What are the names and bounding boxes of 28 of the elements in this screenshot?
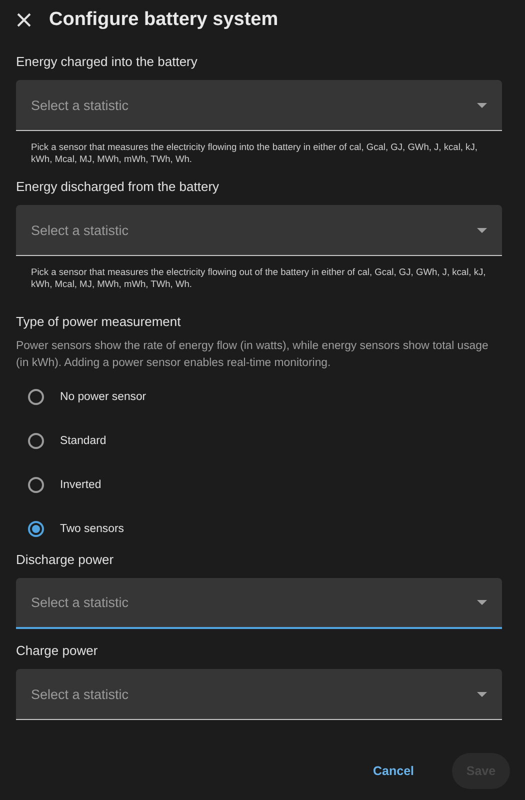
radio-button[interactable] [28, 433, 44, 449]
statistic-select[interactable]: Select a statistic [16, 669, 502, 720]
statistic-select[interactable]: Select a statistic [16, 80, 502, 131]
field-label: Energy discharged from the battery [16, 179, 220, 194]
helper-text: Pick a sensor that measures the electricity flowing out of the battery in either of cal, Gcal, GJ, GWh, J, kcal, kJ, kWh, Mcal, MJ, MWh, mWh, TWh, Wh. [30, 266, 487, 290]
dialog-title: Configure battery system [49, 9, 278, 31]
section-description: Power sensors show the rate of energy flow (in watts), while energy sensors show total usage (in kWh). Adding a power sensor enables real-time monitoring. [16, 339, 490, 371]
section-title: Type of power measurement [16, 314, 182, 329]
caret-icon [477, 692, 487, 696]
radio-label: Standard [60, 435, 106, 447]
radio-label: No power sensor [60, 391, 146, 403]
field-label: Energy charged into the battery [16, 54, 198, 69]
caret-icon [477, 228, 487, 232]
caret-icon [477, 102, 487, 108]
cancel-button[interactable]: Cancel [359, 753, 428, 789]
radio-button[interactable] [28, 521, 44, 537]
radio-label: Inverted [60, 479, 102, 491]
field-label: Charge power [16, 643, 99, 658]
field-label: Discharge power [16, 552, 115, 567]
helper-text: Pick a sensor that measures the electricity flowing into the battery in either of cal, Gcal, GJ, GWh, J, kcal, kJ, kWh, Mcal, MJ, MWh, mWh, TWh, Wh. [30, 141, 478, 165]
radio-button[interactable] [28, 389, 44, 405]
statistic-select[interactable]: Select a statistic [16, 205, 502, 256]
radio-label: Two sensors [60, 523, 124, 535]
close-button[interactable] [16, 12, 32, 28]
caret-icon [477, 600, 487, 605]
statistic-select[interactable]: Select a statistic [16, 578, 502, 629]
radio-button[interactable] [28, 477, 44, 493]
close-icon [16, 12, 32, 28]
